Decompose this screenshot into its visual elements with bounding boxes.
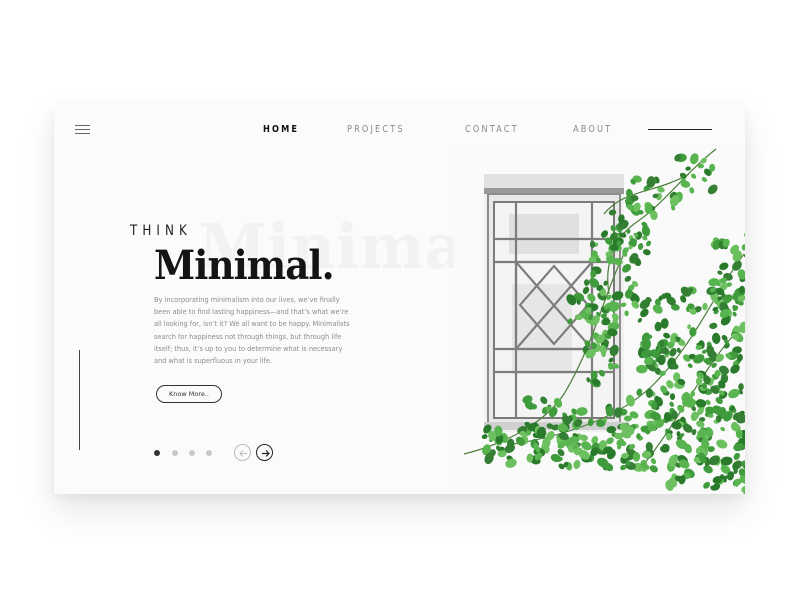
slider-dot-1[interactable]	[154, 450, 160, 456]
nav-about[interactable]: ABOUT	[573, 124, 612, 135]
next-button[interactable]	[256, 444, 273, 461]
nav-projects[interactable]: PROJECTS	[347, 124, 405, 135]
hero-card: HOME PROJECTS CONTACT ABOUT Minimal. THI…	[54, 104, 745, 494]
hero-description: By incorporating minimalism into our liv…	[154, 296, 350, 366]
page-title: Minimal.	[154, 242, 335, 289]
nav-contact[interactable]: CONTACT	[465, 124, 519, 135]
slider-dot-4[interactable]	[206, 450, 212, 456]
eyebrow-text: THINK	[130, 223, 192, 239]
arrow-right-icon	[262, 450, 270, 457]
prev-button[interactable]	[234, 444, 251, 461]
slider-dot-2[interactable]	[172, 450, 178, 456]
arrow-left-icon	[239, 450, 247, 457]
nav-home[interactable]: HOME	[263, 124, 299, 135]
know-more-button[interactable]: Know More..	[156, 385, 222, 403]
menu-icon[interactable]	[75, 125, 90, 135]
window-ivy-image	[454, 144, 745, 494]
nav-divider	[648, 129, 712, 130]
slider-dot-3[interactable]	[189, 450, 195, 456]
side-scroll-line	[79, 350, 80, 450]
